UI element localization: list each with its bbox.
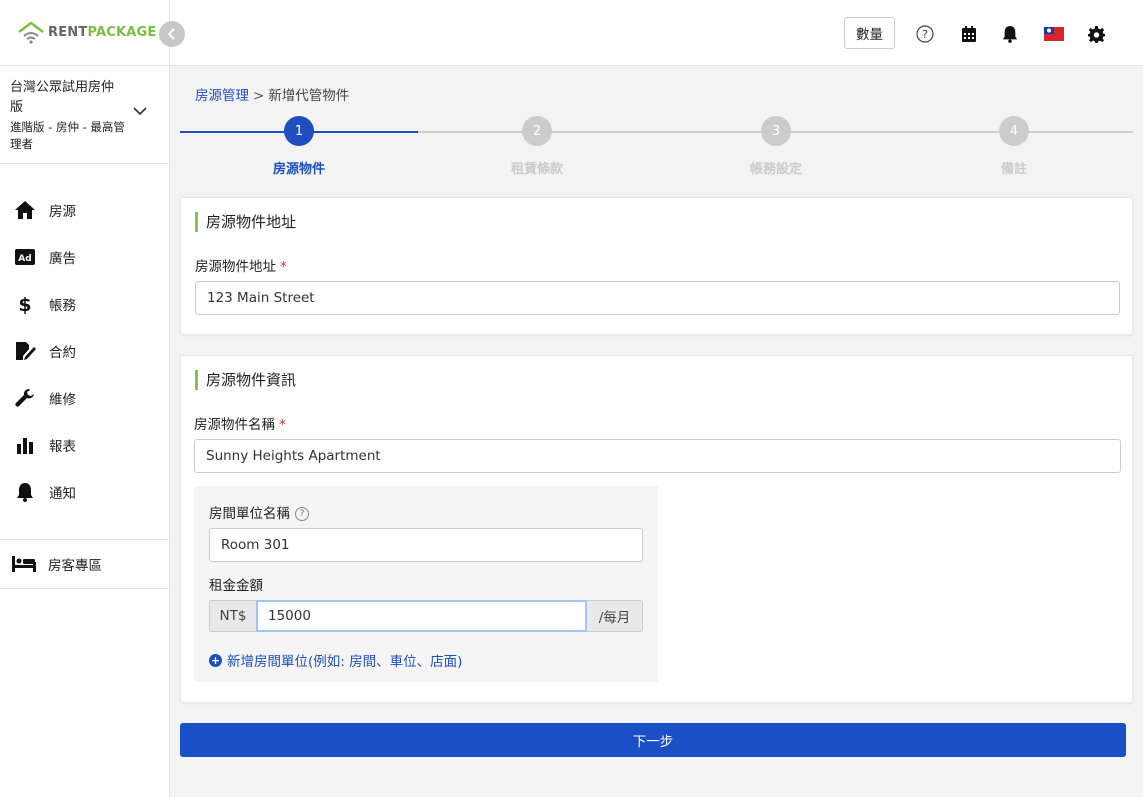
next-step-button[interactable]: 下一步 [180,723,1126,757]
unit-name-label: 房間單位名稱? [209,502,309,522]
logo-row: RENTPACKAGE [0,0,169,66]
property-info-card: 房源物件資訊 房源物件名稱 * Sunny Heights Apartment 房… [180,355,1133,703]
sidebar-item-contracts[interactable]: 合約 [0,327,169,374]
dollar-icon: $ [14,293,36,315]
step-label: 房源物件 [272,162,325,177]
step-4[interactable]: 4 備註 [954,116,1074,177]
step-number: 2 [522,116,552,146]
sidebar-item-maintenance[interactable]: 維修 [0,374,169,421]
sidebar-collapse-button[interactable] [159,21,185,47]
logo-text: RENTPACKAGE [48,25,157,40]
step-label: 租賃條款 [510,162,563,177]
sidebar-nav: 房源 Ad 廣告 $ 帳務 合約 維修 報表 通知 [0,164,169,540]
unit-name-input[interactable]: Room 301 [209,528,643,562]
sidebar-item-ads[interactable]: Ad 廣告 [0,233,169,280]
step-3[interactable]: 3 帳務設定 [716,116,836,177]
sidebar-item-label: 通知 [49,485,76,502]
breadcrumb-current: 新增代管物件 [268,88,350,104]
sidebar-item-label: 帳務 [49,297,76,314]
account-switcher[interactable]: 台灣公眾試用房仲版 進階版 - 房仲 - 最高管理者 [0,66,169,164]
quantity-button[interactable]: 數量 [844,17,895,49]
step-number: 4 [999,116,1029,146]
step-2[interactable]: 2 租賃條款 [477,116,597,177]
bed-icon [12,553,36,575]
sidebar: RENTPACKAGE 台灣公眾試用房仲版 進階版 - 房仲 - 最高管理者 房… [0,0,185,797]
address-card-title: 房源物件地址 [195,212,296,232]
rent-amount-label: 租金金額 [209,578,263,594]
add-room-unit-link[interactable]: + 新增房間單位(例如: 房間、車位、店面) [209,650,462,670]
question-circle-icon[interactable]: ? [295,507,309,521]
help-icon[interactable]: ? [916,23,934,45]
wifi-house-icon [18,21,44,44]
address-field-label: 房源物件地址 * [195,255,287,275]
wrench-icon [14,387,36,409]
svg-text:Ad: Ad [18,254,31,264]
sidebar-item-label: 房源 [49,203,76,220]
property-name-label-text: 房源物件名稱 [194,417,275,433]
info-card-title: 房源物件資訊 [195,370,296,390]
breadcrumb-link-listings[interactable]: 房源管理 [195,88,249,104]
rent-input-group: NT$ 15000 /每月 [209,600,643,632]
svg-text:$: $ [18,294,31,314]
step-label: 備註 [1000,162,1027,177]
sidebar-item-label: 報表 [49,438,76,455]
calendar-icon[interactable] [962,23,976,45]
address-card: 房源物件地址 房源物件地址 * 123 Main Street [180,197,1133,335]
sidebar-item-listings[interactable]: 房源 [0,186,169,233]
sidebar-item-reports[interactable]: 報表 [0,421,169,468]
breadcrumb: 房源管理 > 新增代管物件 [195,84,349,104]
period-addon: /每月 [587,600,643,632]
address-label-text: 房源物件地址 [195,259,276,275]
home-icon [14,199,36,221]
breadcrumb-separator: > [253,88,265,104]
step-label: 帳務設定 [749,162,802,177]
sidebar-item-label: 合約 [49,344,76,361]
bell-icon[interactable] [1002,23,1018,45]
account-name: 台灣公眾試用房仲版 [10,80,115,115]
svg-text:?: ? [922,28,928,41]
unit-name-label-text: 房間單位名稱 [209,506,290,522]
sidebar-item-label: 房客專區 [48,558,102,574]
property-name-input[interactable]: Sunny Heights Apartment [194,439,1121,473]
property-name-label: 房源物件名稱 * [194,413,286,433]
required-mark: * [279,417,286,433]
add-room-unit-label: 新增房間單位(例如: 房間、車位、店面) [227,654,463,670]
logo[interactable]: RENTPACKAGE [18,21,156,45]
taiwan-flag-icon[interactable] [1044,23,1064,45]
currency-addon: NT$ [209,600,256,632]
sidebar-item-label: 廣告 [49,250,76,267]
step-number: 3 [761,116,791,146]
ad-icon: Ad [14,246,36,268]
chevron-down-icon [133,107,147,116]
bell-icon [14,481,36,503]
rent-amount-input[interactable]: 15000 [256,600,587,632]
sidebar-item-notifications[interactable]: 通知 [0,468,169,515]
room-unit-panel: 房間單位名稱? Room 301 租金金額 NT$ 15000 /每月 + 新增… [194,486,658,682]
sidebar-item-tenant-area[interactable]: 房客專區 [0,540,169,589]
contract-icon [14,340,36,362]
top-header: 數量 ? [170,0,1143,66]
chevron-left-icon [167,28,175,40]
required-mark: * [280,259,287,275]
gear-icon[interactable] [1088,23,1105,45]
plus-circle-icon: + [209,653,222,667]
address-input[interactable]: 123 Main Street [195,281,1120,315]
sidebar-item-accounting[interactable]: $ 帳務 [0,280,169,327]
bar-chart-icon [14,434,36,456]
step-1[interactable]: 1 房源物件 [239,116,359,177]
sidebar-item-label: 維修 [49,391,76,408]
step-number: 1 [284,116,314,146]
progress-stepper: 1 房源物件 2 租賃條款 3 帳務設定 4 備註 [180,116,1133,180]
account-role: 進階版 - 房仲 - 最高管理者 [10,120,125,151]
